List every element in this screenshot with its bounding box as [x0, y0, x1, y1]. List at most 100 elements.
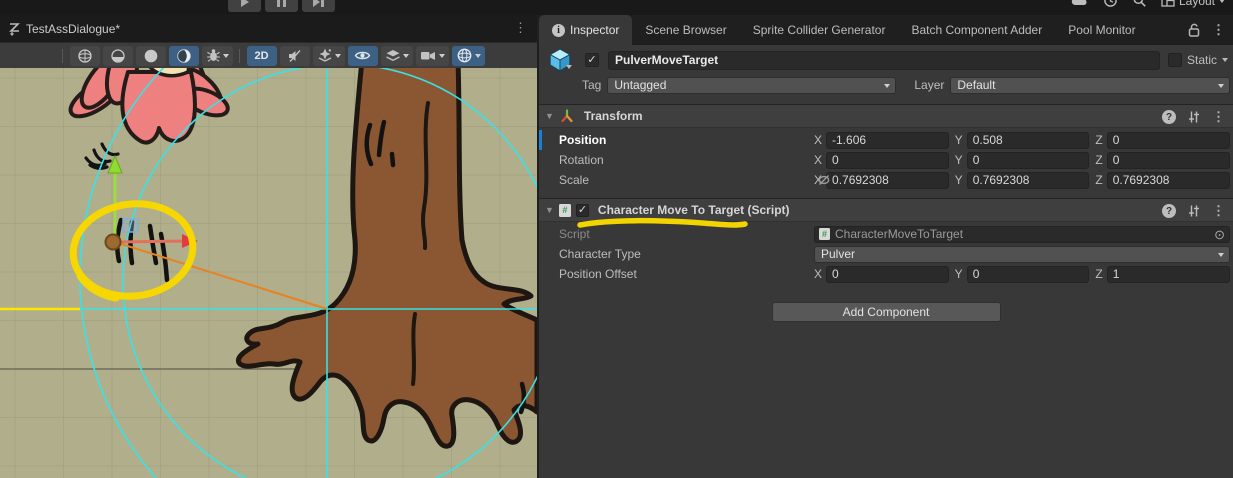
tab-testassdialogue[interactable]: TestAssDialogue* — [8, 22, 120, 36]
static-flags-caret[interactable] — [1222, 58, 1228, 62]
y-axis-label: Y — [955, 173, 963, 187]
chevron-down-icon — [1218, 84, 1224, 88]
info-icon: i — [552, 24, 565, 37]
layers-dropdown-button[interactable] — [381, 46, 413, 66]
scene-tab-menu-icon[interactable]: ⋮ — [514, 20, 527, 36]
chevron-down-icon — [1219, 0, 1225, 3]
add-component-button[interactable]: Add Component — [772, 302, 1001, 322]
playmode-controls — [228, 0, 335, 12]
y-axis-label: Y — [955, 133, 963, 147]
scale-x-field[interactable]: 0.7692308 — [826, 172, 949, 189]
help-icon[interactable]: ? — [1162, 110, 1176, 124]
offset-x-field[interactable]: 0 — [826, 266, 949, 283]
z-axis-label: Z — [1095, 133, 1102, 147]
gameobject-active-checkbox[interactable]: ✓ — [585, 53, 599, 67]
gizmos-dropdown-button[interactable] — [452, 46, 485, 66]
position-row: Position X-1.606 Y0.508 Z0 — [539, 130, 1233, 150]
camera-dropdown-button[interactable] — [416, 46, 449, 66]
script-object-field[interactable]: # CharacterMoveToTarget ⊙ — [814, 226, 1230, 243]
foldout-icon[interactable]: ▼ — [545, 111, 554, 121]
z-axis-label: Z — [1095, 153, 1102, 167]
tab-scene-browser[interactable]: Scene Browser — [632, 15, 739, 45]
position-y-field[interactable]: 0.508 — [967, 132, 1090, 149]
rotation-z-field[interactable]: 0 — [1107, 152, 1230, 169]
tag-dropdown[interactable]: Untagged — [607, 77, 896, 94]
dialogue-window-icon — [8, 22, 21, 36]
bird-sprite[interactable] — [65, 68, 231, 168]
rotation-y-field[interactable]: 0 — [967, 152, 1090, 169]
2d-mode-toggle[interactable]: 2D — [247, 46, 277, 66]
position-x-field[interactable]: -1.606 — [826, 132, 949, 149]
transform-title: Transform — [584, 109, 643, 123]
rotation-row: Rotation X0 Y0 Z0 — [539, 150, 1233, 170]
component-menu-icon[interactable]: ⋮ — [1212, 109, 1225, 125]
lock-icon[interactable] — [1188, 23, 1200, 37]
draw-mode-shaded-sphere-button[interactable] — [136, 46, 166, 66]
draw-mode-halfshaded-sphere-button[interactable] — [103, 46, 133, 66]
step-button[interactable] — [302, 0, 335, 12]
transform-header[interactable]: ▼ Transform ? ⋮ — [539, 105, 1233, 128]
script-component-header[interactable]: ▼ # ✓ Character Move To Target (Script) … — [539, 199, 1233, 222]
object-picker-icon[interactable]: ⊙ — [1214, 227, 1225, 243]
tab-inspector[interactable]: i Inspector — [539, 15, 632, 45]
layer-dropdown[interactable]: Default — [950, 77, 1230, 94]
cloud-icon[interactable] — [1071, 0, 1089, 8]
orange-connection-line — [115, 242, 327, 309]
tab-pool-monitor[interactable]: Pool Monitor — [1055, 15, 1148, 45]
script-icon: # — [559, 204, 571, 217]
character-type-row: Character Type Pulver — [539, 244, 1233, 264]
tab-batch-component-adder[interactable]: Batch Component Adder — [898, 15, 1055, 45]
layout-dropdown[interactable]: Layout — [1161, 0, 1225, 8]
position-z-field[interactable]: 0 — [1107, 132, 1230, 149]
presets-icon[interactable] — [1187, 110, 1201, 124]
layers-icon — [385, 49, 401, 63]
toolbar-separator — [239, 49, 240, 63]
constrain-proportions-icon[interactable] — [817, 173, 831, 187]
rotation-x-field[interactable]: 0 — [826, 152, 949, 169]
effects-dropdown-button[interactable] — [313, 46, 345, 66]
component-enabled-checkbox[interactable]: ✓ — [576, 204, 589, 217]
transform-icon — [559, 108, 575, 124]
help-icon[interactable]: ? — [1162, 204, 1176, 218]
layout-label: Layout — [1179, 0, 1215, 8]
top-right-controls: Layout — [1071, 0, 1225, 8]
audio-mute-toggle[interactable] — [280, 46, 310, 66]
search-icon[interactable] — [1132, 0, 1147, 8]
script-component-body: Script # CharacterMoveToTarget ⊙ Charact… — [539, 222, 1233, 286]
scale-y-field[interactable]: 0.7692308 — [967, 172, 1090, 189]
scale-z-field[interactable]: 0.7692308 — [1107, 172, 1230, 189]
gameobject-name-field[interactable]: PulverMoveTarget — [608, 51, 1160, 70]
offset-z-field[interactable]: 1 — [1107, 266, 1230, 283]
bug-icon — [206, 48, 221, 63]
component-menu-icon[interactable]: ⋮ — [1212, 203, 1225, 219]
scene-viewport[interactable] — [0, 68, 537, 478]
draw-mode-wireframe-sphere-button[interactable] — [70, 46, 100, 66]
pause-button[interactable] — [265, 0, 298, 12]
inspector-menu-icon[interactable]: ⋮ — [1212, 22, 1225, 38]
layer-label: Layer — [914, 78, 944, 92]
history-clock-icon[interactable] — [1103, 0, 1118, 8]
transform-body: Position X-1.606 Y0.508 Z0 Rotation X0 Y… — [539, 128, 1233, 192]
play-icon — [241, 0, 249, 7]
scene-canvas — [0, 68, 537, 478]
y-axis-label: Y — [955, 267, 963, 281]
character-type-dropdown[interactable]: Pulver — [814, 246, 1230, 263]
eye-icon — [354, 49, 371, 62]
foldout-icon[interactable]: ▼ — [545, 205, 554, 215]
x-axis-label: X — [814, 133, 822, 147]
camera-icon — [420, 49, 437, 62]
x-axis-label: X — [814, 153, 822, 167]
presets-icon[interactable] — [1187, 204, 1201, 218]
scene-panel: TestAssDialogue* ⋮ 2D — [0, 15, 537, 478]
gameobject-cube-icon[interactable] — [547, 47, 573, 73]
toolbar-separator — [62, 49, 63, 63]
play-button[interactable] — [228, 0, 261, 12]
icon-picker-caret[interactable] — [566, 65, 572, 69]
static-checkbox[interactable] — [1168, 53, 1182, 67]
scene-visibility-toggle[interactable] — [348, 46, 378, 66]
debug-draw-mode-button[interactable] — [202, 46, 233, 66]
draw-mode-moon-sphere-button[interactable] — [169, 46, 199, 66]
tab-sprite-collider-generator[interactable]: Sprite Collider Generator — [740, 15, 899, 45]
gizmo-globe-icon — [456, 47, 473, 64]
offset-y-field[interactable]: 0 — [967, 266, 1090, 283]
